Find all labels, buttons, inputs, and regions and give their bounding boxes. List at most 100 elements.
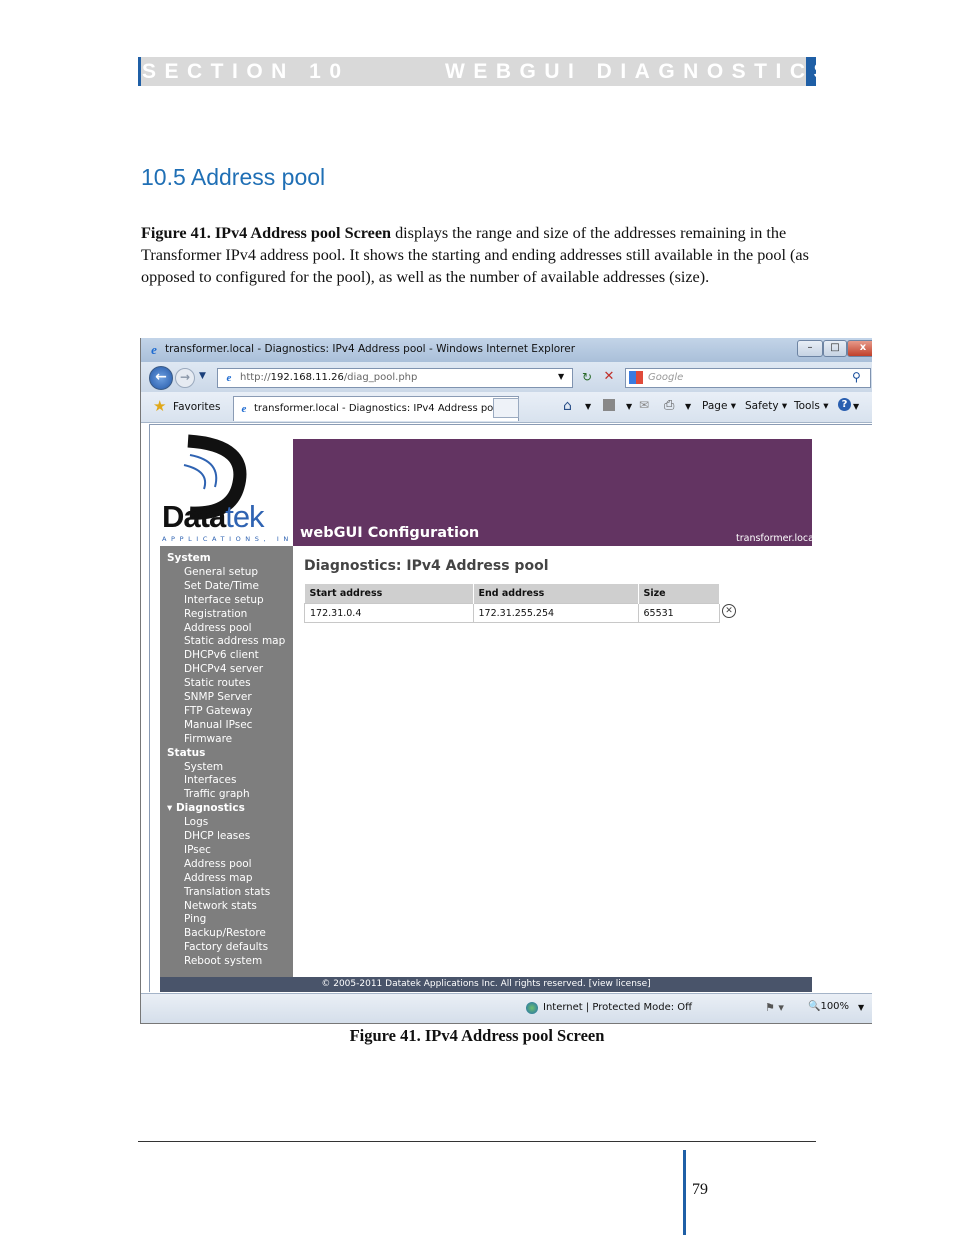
security-zone-status[interactable]: Internet | Protected Mode: Off xyxy=(543,1002,692,1013)
sidebar-item[interactable]: DHCP leases xyxy=(184,830,250,842)
figure-caption: Figure 41. IPv4 Address pool Screen xyxy=(349,1026,605,1045)
page-number: 79 xyxy=(692,1181,708,1198)
sidebar-item[interactable]: Factory defaults xyxy=(184,941,268,953)
zoom-dropdown-icon[interactable]: ▼ xyxy=(858,1003,864,1012)
window-title: transformer.local - Diagnostics: IPv4 Ad… xyxy=(165,343,576,355)
datatek-logo: Datatek APPLICATIONS, INC xyxy=(160,425,297,545)
internet-zone-icon xyxy=(526,1002,538,1014)
history-dropdown-icon[interactable]: ▼ xyxy=(199,371,206,381)
sidebar-item[interactable]: Interface setup xyxy=(184,594,264,606)
sidebar-item[interactable]: Traffic graph xyxy=(184,788,250,800)
sidebar-header-label: Diagnostics xyxy=(175,802,245,815)
ie-icon: e xyxy=(151,342,157,357)
browser-screenshot: e transformer.local - Diagnostics: IPv4 … xyxy=(140,338,872,1024)
minimize-button[interactable]: – xyxy=(797,340,823,357)
sidebar-header-system[interactable]: System xyxy=(167,552,211,564)
sidebar-item[interactable]: Network stats xyxy=(184,900,257,912)
sidebar-menu: System General setup Set Date/Time Interfac… xyxy=(160,546,293,977)
page-viewport: Datatek APPLICATIONS, INC webGUI Configu… xyxy=(149,424,872,992)
window-titlebar: e transformer.local - Diagnostics: IPv4 … xyxy=(141,338,872,362)
sidebar-item[interactable]: Address map xyxy=(184,872,252,884)
table-header-row: Start address End address Size xyxy=(304,584,720,604)
tab-title: transformer.local - Diagnostics: IPv4 Ad… xyxy=(254,403,503,414)
sidebar-item[interactable]: Set Date/Time xyxy=(184,580,259,592)
sidebar-item[interactable]: Firmware xyxy=(184,733,232,745)
safety-menu[interactable]: Safety ▾ xyxy=(745,400,787,412)
copyright-footer: © 2005-2011 Datatek Applications Inc. Al… xyxy=(160,977,812,992)
status-bar: Internet | Protected Mode: Off ⚑ ▾ 🔍100%… xyxy=(141,993,872,1023)
page-menu[interactable]: Page ▾ xyxy=(702,400,736,412)
sidebar-item[interactable]: IPsec xyxy=(184,844,211,856)
stop-icon[interactable]: ✕ xyxy=(599,368,619,386)
sidebar-item[interactable]: Address pool xyxy=(184,622,252,634)
sidebar-item[interactable]: Reboot system xyxy=(184,955,262,967)
navigation-bar: ← → ▼ e http://192.168.11.26/diag_pool.p… xyxy=(141,362,872,392)
page-heading: 10.5 Address pool xyxy=(141,164,326,190)
search-placeholder: Google xyxy=(648,372,684,383)
help-icon[interactable]: ? xyxy=(838,398,851,411)
column-end-address: End address xyxy=(473,584,639,604)
print-dropdown-icon[interactable]: ▼ xyxy=(685,402,691,411)
new-tab-button[interactable] xyxy=(493,398,519,418)
logo-wordmark: Datatek xyxy=(162,499,265,534)
sidebar-header-diagnostics[interactable]: ▾ Diagnostics xyxy=(167,802,245,814)
tab-ie-icon: e xyxy=(241,403,247,415)
sidebar-item[interactable]: General setup xyxy=(184,566,258,578)
hostname: transformer.local xyxy=(736,533,817,544)
mail-icon[interactable]: ✉ xyxy=(639,398,649,412)
sidebar-item[interactable]: DHCPv4 server xyxy=(184,663,263,675)
cell-start-address: 172.31.0.4 xyxy=(304,603,474,623)
sidebar-header-status[interactable]: Status xyxy=(167,747,205,759)
home-icon[interactable]: ⌂ xyxy=(563,398,572,414)
figure-reference: Figure 41. IPv4 Address pool Screen xyxy=(141,224,392,242)
expand-arrow-icon[interactable]: ▾ xyxy=(167,802,176,814)
sidebar-item[interactable]: System xyxy=(184,761,223,773)
sidebar-item[interactable]: DHCPv6 client xyxy=(184,649,259,661)
sidebar-item[interactable]: Logs xyxy=(184,816,208,828)
search-icon[interactable]: ⚲ xyxy=(852,370,861,384)
print-icon[interactable]: ⎙ xyxy=(664,398,674,413)
forward-button[interactable]: → xyxy=(175,368,195,388)
footer-rule xyxy=(138,1141,816,1142)
column-start-address: Start address xyxy=(304,584,474,604)
url-text: http://192.168.11.26/diag_pool.php xyxy=(240,372,418,383)
feeds-icon[interactable] xyxy=(603,399,615,411)
search-box[interactable]: Google ⚲ xyxy=(625,368,871,388)
address-bar[interactable]: e http://192.168.11.26/diag_pool.php ▼ xyxy=(217,368,573,388)
zoom-level[interactable]: 🔍100% xyxy=(808,1001,849,1012)
tools-menu[interactable]: Tools ▾ xyxy=(794,400,828,412)
sidebar-item[interactable]: Registration xyxy=(184,608,247,620)
page-number-accent xyxy=(683,1150,686,1235)
home-dropdown-icon[interactable]: ▼ xyxy=(585,402,591,411)
logo-tagline: APPLICATIONS, INC xyxy=(162,535,302,543)
back-button[interactable]: ← xyxy=(149,366,173,390)
column-size: Size xyxy=(638,584,720,604)
section-title: WEBGUI DIAGNOSTICS xyxy=(445,60,837,83)
sidebar-item[interactable]: SNMP Server xyxy=(184,691,252,703)
cell-end-address: 172.31.255.254 xyxy=(472,603,639,623)
cell-size: 65531 xyxy=(637,603,720,623)
feeds-dropdown-icon[interactable]: ▼ xyxy=(626,402,632,411)
favorites-bar: ★ Favorites e transformer.local - Diagno… xyxy=(141,392,872,423)
help-dropdown-icon[interactable]: ▼ xyxy=(853,402,859,411)
sidebar-item[interactable]: FTP Gateway xyxy=(184,705,252,717)
sidebar-item[interactable]: Static routes xyxy=(184,677,251,689)
favorites-star-icon[interactable]: ★ xyxy=(153,397,166,415)
protected-mode-icon[interactable]: ⚑ ▾ xyxy=(765,1001,784,1014)
sidebar-item[interactable]: Translation stats xyxy=(184,886,270,898)
sidebar-item[interactable]: Static address map xyxy=(184,635,285,647)
maximize-button[interactable]: □ xyxy=(823,340,847,357)
sidebar-item[interactable]: Interfaces xyxy=(184,774,236,786)
sidebar-item[interactable]: Manual IPsec xyxy=(184,719,252,731)
page-icon: e xyxy=(226,372,232,384)
address-dropdown-icon[interactable]: ▼ xyxy=(558,372,564,381)
delete-icon[interactable]: ✕ xyxy=(722,604,736,618)
sidebar-item[interactable]: Ping xyxy=(184,913,206,925)
close-button[interactable]: x xyxy=(847,340,872,357)
sidebar-item[interactable]: Backup/Restore xyxy=(184,927,266,939)
favorites-button[interactable]: Favorites xyxy=(173,401,220,413)
browser-tab[interactable]: e transformer.local - Diagnostics: IPv4 … xyxy=(233,396,519,421)
header-left-accent xyxy=(138,57,141,86)
refresh-icon[interactable]: ↻ xyxy=(577,368,597,386)
sidebar-item[interactable]: Address pool xyxy=(184,858,252,870)
